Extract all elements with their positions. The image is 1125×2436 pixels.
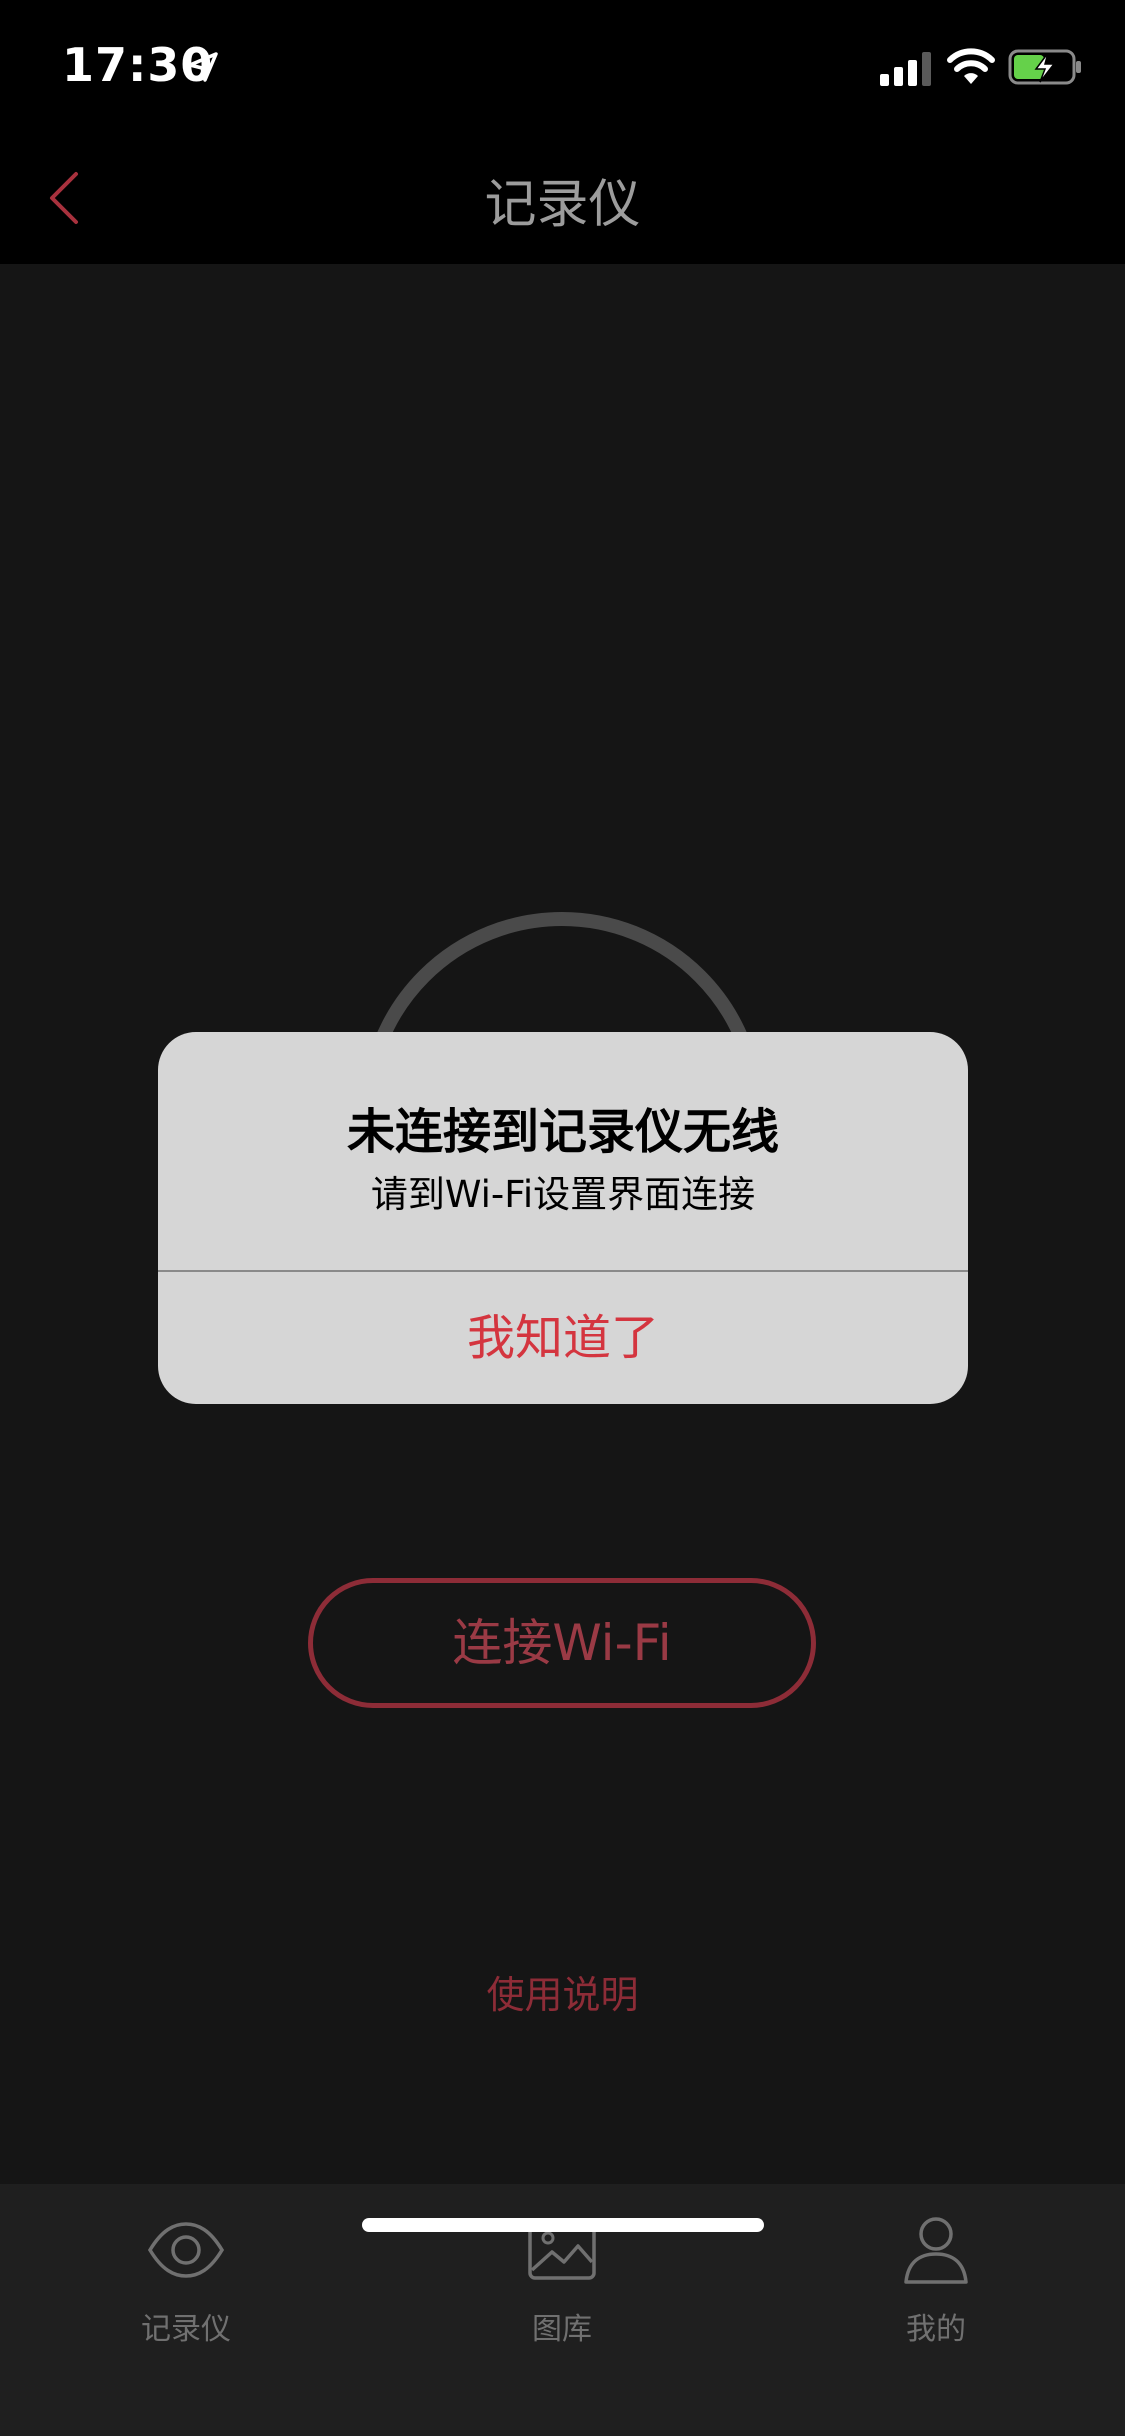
alert-overlay: 未连接到记录仪无线 请到Wi-Fi设置界面连接 我知道了 [0,0,1125,2436]
alert-title: 未连接到记录仪无线 [346,1104,779,1160]
alert-dialog: 未连接到记录仪无线 请到Wi-Fi设置界面连接 我知道了 [158,1032,968,1404]
app-screen: 17:30 记录仪 连接Wi-Fi 使用说明 记录仪 图库 我的 未连接到记录仪… [0,0,1125,2436]
alert-ok-button[interactable]: 我知道了 [158,1272,968,1404]
alert-message: 请到Wi-Fi设置界面连接 [370,1173,756,1216]
